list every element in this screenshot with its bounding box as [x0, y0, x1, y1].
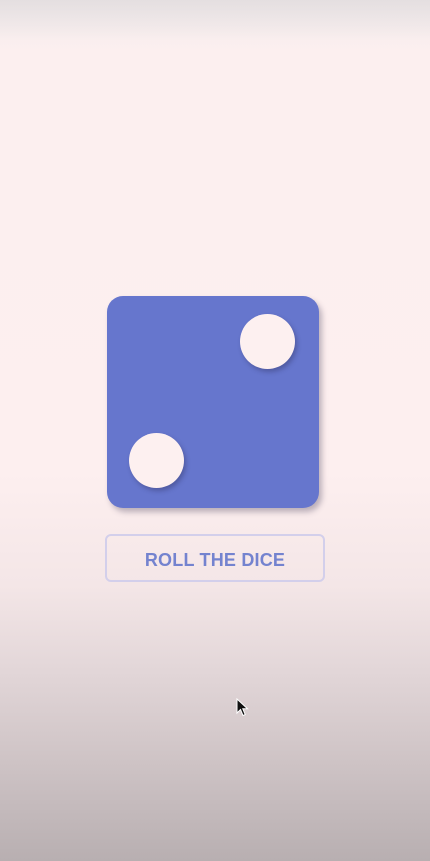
dice-pip: [129, 433, 184, 488]
dice-pip: [240, 314, 295, 369]
dice-face: [107, 296, 319, 508]
roll-dice-button[interactable]: ROLL THE DICE: [105, 534, 325, 582]
status-bar-area: [0, 0, 430, 40]
mouse-pointer-icon: [236, 698, 249, 717]
